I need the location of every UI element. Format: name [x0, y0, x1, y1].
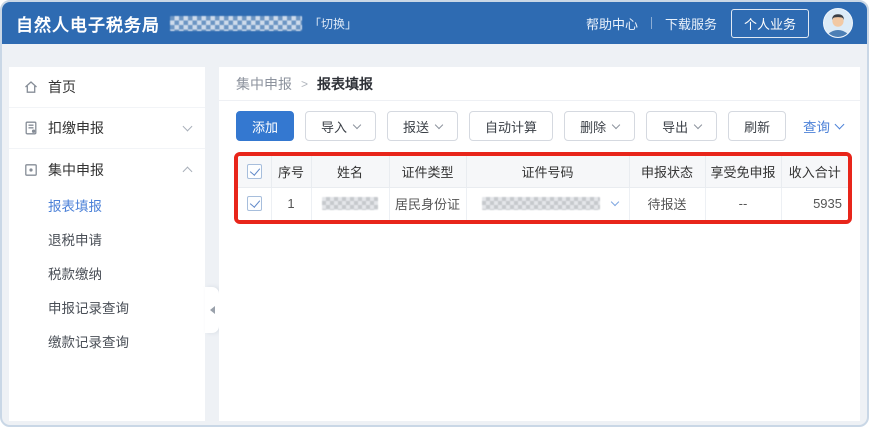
redacted-name	[322, 197, 378, 210]
main-panel: 集中申报 > 报表填报 添加 导入 报送 自动计算 删除 导出 刷新 查询	[219, 67, 860, 421]
import-label: 导入	[321, 117, 347, 136]
chevron-down-icon	[183, 122, 193, 132]
row-status-cell: 待报送	[629, 187, 705, 220]
column-header-status: 申报状态	[629, 156, 705, 187]
table-row: 1 居民身份证 待报送 -- 5935	[238, 187, 848, 220]
avatar-illustration	[824, 9, 852, 37]
chevron-down-icon	[694, 120, 702, 128]
export-dropdown-button[interactable]: 导出	[646, 111, 717, 141]
topbar-nav: 帮助中心 下载服务 个人业务	[586, 8, 853, 38]
highlighted-table-region: 序号 姓名 证件类型 证件号码 申报状态 享受免申报 收入合计 1 居民身份	[234, 152, 852, 224]
help-center-link[interactable]: 帮助中心	[586, 14, 638, 33]
topnav-divider	[651, 17, 652, 29]
centralized-declare-icon	[23, 162, 39, 178]
header-select-all-cell	[238, 156, 271, 187]
collapse-left-arrow-icon	[210, 306, 215, 314]
row-name-cell	[311, 187, 389, 220]
sidebar-subitem-payment-records[interactable]: 缴款记录查询	[9, 326, 205, 360]
chevron-down-icon	[435, 120, 443, 128]
column-header-exempt: 享受免申报	[705, 156, 781, 187]
column-header-income-total: 收入合计	[781, 156, 848, 187]
add-button[interactable]: 添加	[236, 111, 294, 141]
declaration-table: 序号 姓名 证件类型 证件号码 申报状态 享受免申报 收入合计 1 居民身份	[238, 156, 848, 220]
sidebar-subitem-tax-refund[interactable]: 退税申请	[9, 224, 205, 258]
refresh-button[interactable]: 刷新	[728, 111, 786, 141]
column-header-id-type: 证件类型	[389, 156, 466, 187]
sidebar-item-label: 集中申报	[48, 160, 104, 180]
personal-business-button[interactable]: 个人业务	[731, 9, 809, 38]
sidebar-item-withholding-declare[interactable]: 扣缴申报	[9, 108, 205, 149]
download-service-link[interactable]: 下载服务	[665, 14, 717, 33]
sidebar: 首页 扣缴申报 集中申报 报表填报 退税申请 税款缴纳 申报记录查询 缴款记录查…	[9, 67, 205, 421]
chevron-down-icon	[835, 120, 845, 130]
send-label: 报送	[403, 117, 429, 136]
row-seq-cell: 1	[271, 187, 311, 220]
row-id-number-cell[interactable]	[466, 187, 629, 220]
breadcrumb-current: 报表填报	[317, 74, 373, 94]
delete-dropdown-button[interactable]: 删除	[564, 111, 635, 141]
table-header-row: 序号 姓名 证件类型 证件号码 申报状态 享受免申报 收入合计	[238, 156, 848, 187]
user-avatar[interactable]	[823, 8, 853, 38]
export-label: 导出	[662, 117, 688, 136]
sidebar-subitem-tax-payment[interactable]: 税款缴纳	[9, 258, 205, 292]
redacted-id-number	[482, 197, 600, 210]
breadcrumb: 集中申报 > 报表填报	[219, 67, 860, 101]
send-dropdown-button[interactable]: 报送	[387, 111, 458, 141]
query-toggle-link[interactable]: 查询	[803, 116, 843, 136]
home-icon	[23, 79, 39, 95]
sidebar-item-home[interactable]: 首页	[9, 67, 205, 108]
import-dropdown-button[interactable]: 导入	[305, 111, 376, 141]
chevron-down-icon[interactable]	[610, 198, 618, 206]
sidebar-collapse-handle[interactable]	[205, 287, 219, 333]
chevron-down-icon	[612, 120, 620, 128]
row-checkbox[interactable]	[247, 196, 262, 211]
sidebar-item-label: 首页	[48, 77, 76, 97]
delete-label: 删除	[580, 117, 606, 136]
select-all-checkbox[interactable]	[247, 164, 262, 179]
column-header-seq: 序号	[271, 156, 311, 187]
sidebar-item-centralized-declare[interactable]: 集中申报	[9, 149, 205, 190]
redacted-company-name	[170, 16, 302, 31]
breadcrumb-separator: >	[301, 77, 308, 91]
column-header-name: 姓名	[311, 156, 389, 187]
app-window: 自然人电子税务局 「切换」 帮助中心 下载服务 个人业务 首页	[0, 0, 869, 427]
auto-calc-button[interactable]: 自动计算	[469, 111, 553, 141]
query-label: 查询	[803, 116, 830, 136]
breadcrumb-parent[interactable]: 集中申报	[236, 74, 292, 94]
row-select-cell	[238, 187, 271, 220]
switch-entity-link[interactable]: 「切换」	[309, 15, 357, 32]
toolbar: 添加 导入 报送 自动计算 删除 导出 刷新 查询	[219, 111, 860, 141]
chevron-up-icon	[183, 167, 193, 177]
withholding-declare-icon	[23, 120, 39, 136]
top-header-bar: 自然人电子税务局 「切换」 帮助中心 下载服务 个人业务	[2, 2, 867, 44]
row-id-type-cell: 居民身份证	[389, 187, 466, 220]
sidebar-subitem-declare-records[interactable]: 申报记录查询	[9, 292, 205, 326]
sidebar-subitem-report-filling[interactable]: 报表填报	[9, 190, 205, 224]
row-exempt-cell: --	[705, 187, 781, 220]
app-title: 自然人电子税务局	[16, 11, 160, 36]
chevron-down-icon	[353, 120, 361, 128]
row-income-total-cell: 5935	[781, 187, 848, 220]
column-header-id-number: 证件号码	[466, 156, 629, 187]
sidebar-item-label: 扣缴申报	[48, 118, 104, 138]
